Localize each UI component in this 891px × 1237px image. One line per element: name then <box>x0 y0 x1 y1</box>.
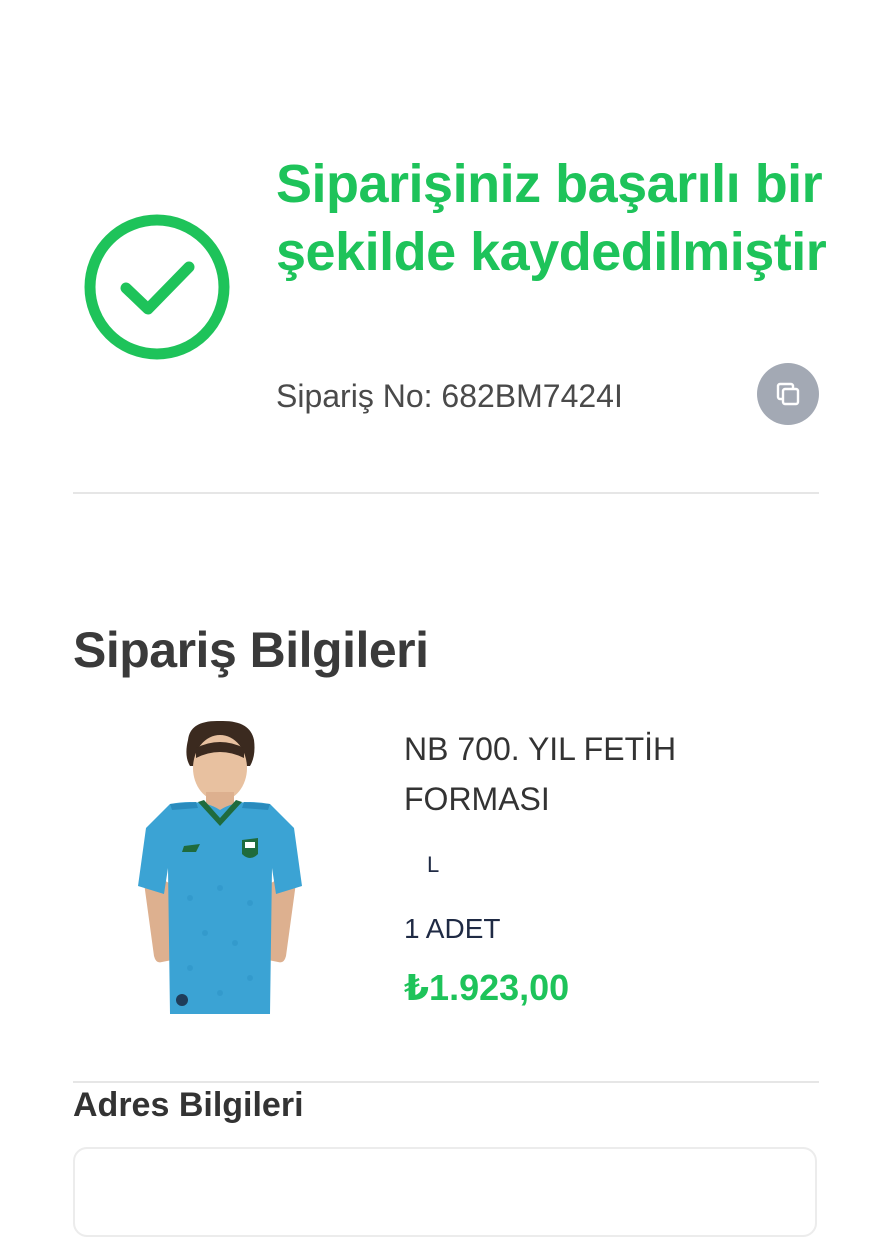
address-card <box>73 1147 817 1237</box>
copy-order-number-button[interactable] <box>757 363 819 425</box>
section-divider <box>73 492 819 494</box>
product-price: ₺1.923,00 <box>404 967 570 1008</box>
product-quantity: 1 ADET <box>404 913 501 944</box>
jersey-image[interactable] <box>130 718 310 1018</box>
check-circle-icon <box>84 214 230 360</box>
product-size: L <box>427 852 440 877</box>
order-info-title: Sipariş Bilgileri <box>73 622 429 678</box>
address-info-title: Adres Bilgileri <box>73 1086 304 1124</box>
product-name[interactable]: NB 700. YIL FETİH FORMASI <box>404 724 804 824</box>
success-title: Siparişiniz başarılı bir şekilde kaydedi… <box>276 154 827 282</box>
copy-icon <box>776 382 800 406</box>
order-number: Sipariş No: 682BM7424I <box>276 378 623 414</box>
